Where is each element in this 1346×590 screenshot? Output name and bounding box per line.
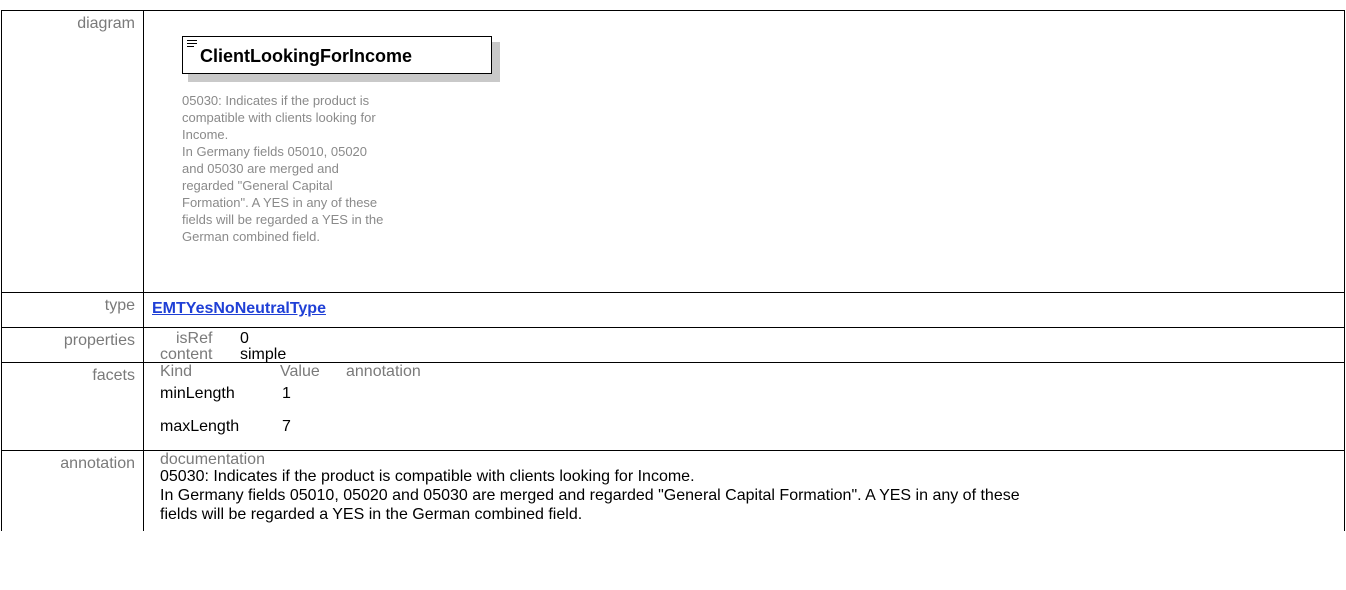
annotation-label: annotation (60, 455, 135, 472)
properties-list: isRef 0 content simple (152, 328, 1344, 363)
type-cell: EMTYesNoNeutralType (143, 292, 1345, 328)
diagram-canvas: ClientLookingForIncome 05030: Indicates … (152, 11, 1344, 292)
documentation-text: 05030: Indicates if the product is compa… (160, 468, 1020, 523)
annotation-body: documentation 05030: Indicates if the pr… (152, 451, 1344, 531)
property-value-content: simple (240, 346, 287, 363)
facets-header-annotation: annotation (346, 363, 421, 380)
element-documentation: 05030: Indicates if the product is compa… (182, 93, 384, 244)
facets-header-kind: Kind (160, 363, 193, 380)
element-doc-lines-icon (187, 40, 197, 49)
properties-label: properties (63, 332, 135, 349)
type-label-cell: type (1, 292, 144, 328)
type-row: type EMTYesNoNeutralType (1, 292, 1345, 328)
facet-kind: maxLength (160, 418, 240, 435)
facets-cell: Kind Value annotation minLength 1 maxLen… (143, 362, 1345, 451)
property-key-content: content (160, 346, 213, 363)
facets-label-cell: facets (1, 362, 144, 451)
element-box[interactable]: ClientLookingForIncome (182, 36, 492, 74)
facets-header-value: Value (280, 363, 320, 380)
diagram-row: diagram ClientLookingForIncome 05030: In… (1, 10, 1345, 293)
properties-cell: isRef 0 content simple (143, 327, 1345, 363)
facets-row: facets Kind Value annotation minLength 1… (1, 362, 1345, 451)
annotation-row: annotation documentation 05030: Indicate… (1, 450, 1345, 531)
schema-doc-table: diagram ClientLookingForIncome 05030: In… (1, 10, 1345, 531)
properties-row: properties isRef 0 content simple (1, 327, 1345, 363)
facet-value: 7 (282, 418, 291, 435)
annotation-cell: documentation 05030: Indicates if the pr… (143, 450, 1345, 531)
facets-label: facets (92, 367, 135, 384)
facets-table: Kind Value annotation minLength 1 maxLen… (152, 363, 1344, 450)
type-label: type (104, 297, 135, 314)
properties-label-cell: properties (1, 327, 144, 363)
annotation-label-cell: annotation (1, 450, 144, 531)
diagram-label: diagram (77, 15, 135, 32)
facet-value: 1 (282, 385, 291, 402)
diagram-label-cell: diagram (1, 10, 144, 293)
diagram-cell: ClientLookingForIncome 05030: Indicates … (143, 10, 1345, 293)
element-name: ClientLookingForIncome (200, 46, 413, 66)
facet-kind: minLength (160, 385, 235, 402)
type-link[interactable]: EMTYesNoNeutralType (152, 300, 326, 318)
